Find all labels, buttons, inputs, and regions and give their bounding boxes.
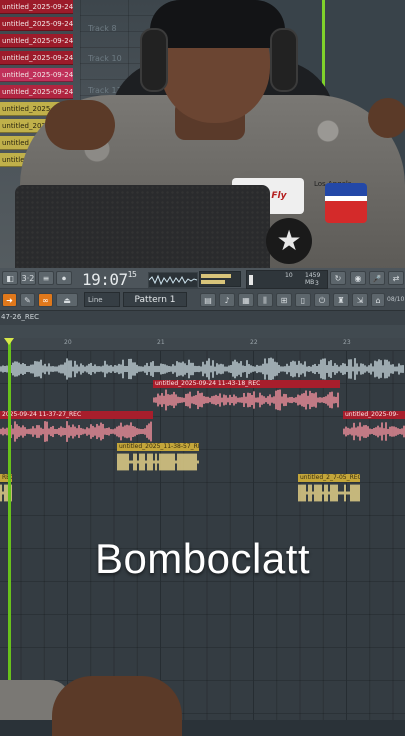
cpu-memory-panel: 10 1459 MB 3 <box>246 270 328 289</box>
voice-count: 3 <box>315 280 319 287</box>
person-hand-right <box>368 98 405 138</box>
track-label-8: Track 8 <box>88 24 117 33</box>
clip-label: untitled_2025-09- <box>343 411 405 419</box>
master-volume-meter <box>199 271 241 287</box>
song-mode-icon[interactable]: ◧ <box>2 271 18 285</box>
audio-clip[interactable]: untitled_2025-09- <box>343 411 405 444</box>
track-label-10: Track 10 <box>88 54 122 63</box>
person-hand-left <box>45 100 115 150</box>
background-clip: untitled_2025-09-24 11- <box>0 51 73 65</box>
step-counter: 08/10 <box>387 296 405 303</box>
oscilloscope-display <box>148 272 198 288</box>
person-hand-bottom <box>52 676 182 736</box>
online-icon[interactable]: ◉ <box>350 271 366 285</box>
plug-icon[interactable]: ⏻ <box>314 293 330 307</box>
waveform-icon <box>149 274 197 286</box>
video-caption: Bomboclatt <box>94 535 311 582</box>
microphone-icon[interactable]: 🎤 <box>369 271 385 285</box>
clip-waveform <box>153 389 339 411</box>
background-clip: untitled_2025-09-24 11- <box>0 17 73 31</box>
headphone-left <box>140 28 168 92</box>
clip-waveform <box>117 453 199 471</box>
headphone-right <box>270 28 298 92</box>
cpu-bar <box>249 275 253 285</box>
star-patch-icon: ★ <box>266 218 312 264</box>
background-clip: untitled_2025-09-24 11- <box>0 68 73 82</box>
clip-label: 2025-09-24 11-37-27_REC <box>0 411 153 419</box>
plugin-icon[interactable]: ⊞ <box>276 293 292 307</box>
channel-rack-icon[interactable]: ▦ <box>238 293 254 307</box>
clip-waveform <box>343 422 405 441</box>
audio-clip[interactable]: 2025-09-24 11-37-27_REC <box>0 411 153 444</box>
shop-icon[interactable]: ⌂ <box>371 293 385 307</box>
song-time-display[interactable]: 19:0715 <box>82 270 137 289</box>
link-icon[interactable]: ∞ <box>38 293 53 307</box>
acoustic-foam <box>15 185 270 268</box>
meter-bar-bottom <box>201 280 225 284</box>
browser-icon[interactable]: ▯ <box>295 293 311 307</box>
audio-clip[interactable]: untitled_2_7-05_REC <box>298 474 360 504</box>
pattern-select[interactable]: Pattern 1 <box>123 292 187 307</box>
audio-clip[interactable]: untitled_2025-09-24 11-43-18_REC <box>153 380 340 412</box>
piano-roll-icon[interactable]: ♪ <box>219 293 235 307</box>
meter-button[interactable]: 3·2 <box>20 271 36 285</box>
playlist-subbar <box>0 325 405 338</box>
clip-label: untitled_2_7-05_REC <box>298 474 360 482</box>
meter-bar-top <box>201 274 231 278</box>
ruler-bar-23: 23 <box>343 339 351 346</box>
midi-icon[interactable]: ⇄ <box>388 271 404 285</box>
ruler-bar-22: 22 <box>250 339 258 346</box>
time-main: 19:07 <box>82 270 128 289</box>
snap-mode-select[interactable]: Line <box>84 292 120 307</box>
snap-arrow-icon[interactable]: ➜ <box>2 293 17 307</box>
undo-icon[interactable]: ↻ <box>330 271 346 285</box>
clip-label: untitled_2025_11-38-57_REC <box>117 443 199 451</box>
webcam-video: Track 8 Track 10 Track 11 untitled_2025-… <box>0 0 405 268</box>
cpu-num: 10 <box>285 272 293 279</box>
stamp-icon[interactable]: ⏏ <box>56 293 78 307</box>
playlist-title-bar: 47-26_REC <box>0 311 405 325</box>
clip-waveform <box>0 421 152 442</box>
playhead-marker-icon[interactable] <box>4 338 14 345</box>
tempo-icon[interactable]: ♜ <box>333 293 349 307</box>
mixer-icon[interactable]: ⫼ <box>257 293 273 307</box>
background-clip: untitled_2025-09-24 11- <box>0 0 73 14</box>
clip-label: untitled_2025-09-24 11-43-18_REC <box>153 380 340 388</box>
audio-clip[interactable]: untitled_2025_11-38-57_REC <box>117 443 199 473</box>
time-small: 15 <box>127 270 137 279</box>
clip-waveform <box>298 484 360 502</box>
record-icon[interactable]: ⏺ <box>56 271 72 285</box>
person-durag <box>150 0 285 48</box>
playlist-title: 47-26_REC <box>1 313 40 321</box>
audio-clip-master[interactable] <box>0 356 405 382</box>
pencil-icon[interactable]: ✎ <box>20 293 35 307</box>
background-clip: untitled_2025-09-24 11- <box>0 34 73 48</box>
playhead[interactable] <box>8 338 11 720</box>
ruler-bar-21: 21 <box>157 339 165 346</box>
background-clip: untitled_2025-09-24 11- <box>0 85 73 99</box>
snap-icon[interactable]: ⇲ <box>352 293 368 307</box>
ruler-bar-20: 20 <box>64 339 72 346</box>
metronome-icon[interactable]: ≡ <box>38 271 54 285</box>
playlist-icon[interactable]: ▤ <box>200 293 216 307</box>
hoodie-patch-shield <box>325 183 367 223</box>
